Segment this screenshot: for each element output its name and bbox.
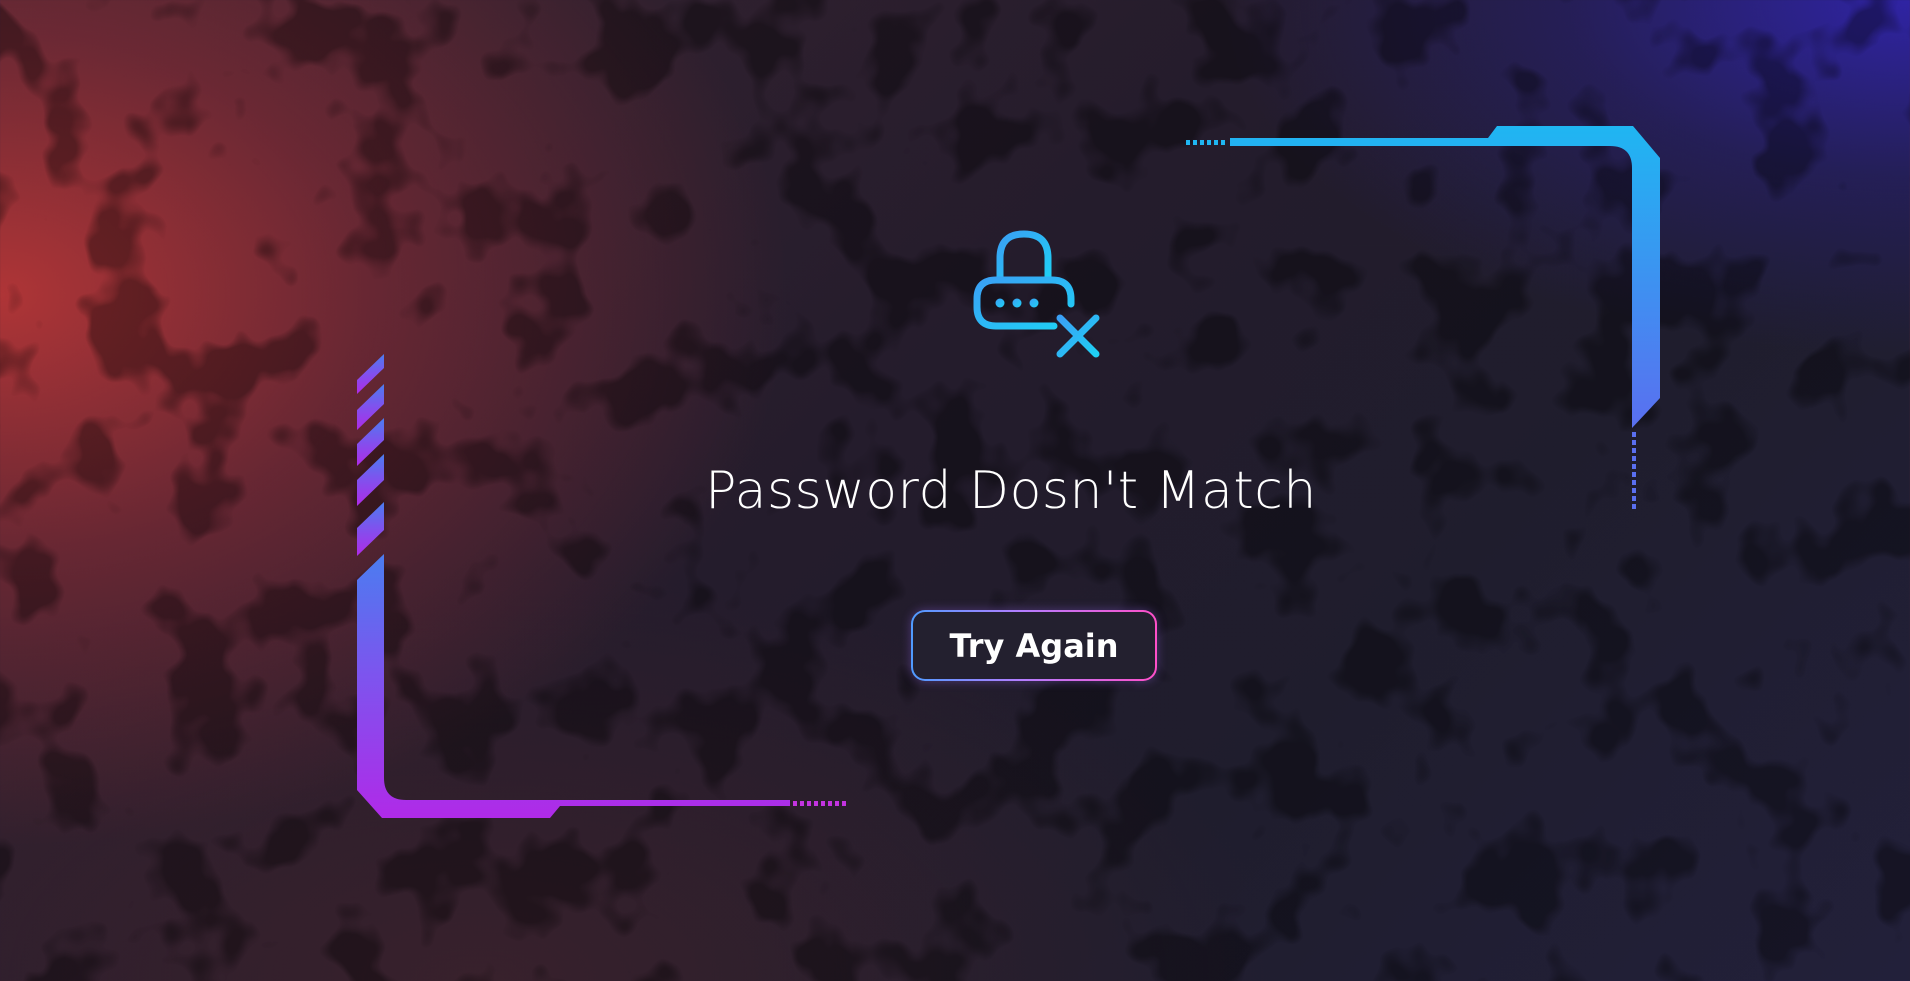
password-error-dialog: Password Dosn't Match Try Again	[0, 0, 1910, 981]
try-again-button[interactable]: Try Again	[913, 612, 1155, 679]
try-again-button-border: Try Again	[911, 610, 1157, 681]
lock-x-icon	[973, 230, 1100, 358]
page-title: Password Dosn't Match	[705, 461, 1317, 521]
